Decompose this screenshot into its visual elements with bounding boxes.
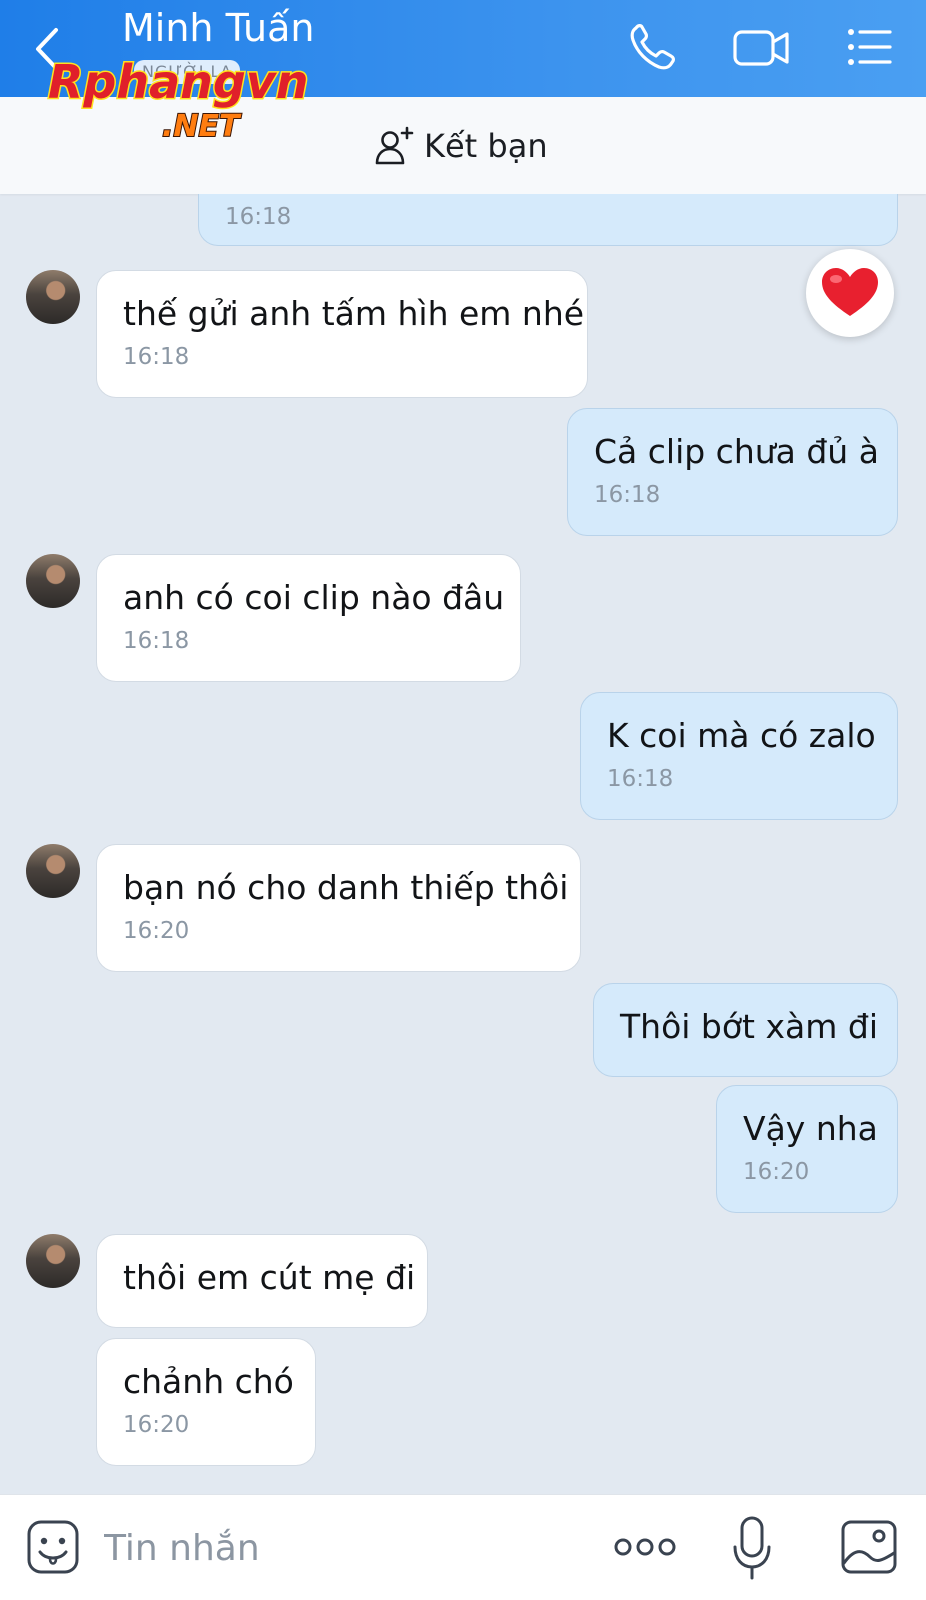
message-composer [0,1494,926,1600]
message-input[interactable] [104,1521,574,1575]
contact-name[interactable]: Minh Tuấn [122,6,315,50]
message-text: Vậy nha [743,1109,878,1148]
watermark-line2: .NET [162,109,242,144]
list-menu-icon [848,29,892,65]
phone-icon [630,24,675,70]
message-bubble-incoming[interactable]: anh có coi clip nào đâu 16:18 [96,554,521,682]
message-time: 16:20 [123,918,190,944]
message-time: 16:20 [743,1159,810,1185]
message-text: bạn nó cho danh thiếp thôi [123,868,569,907]
message-text: K coi mà có zalo [607,716,876,755]
message-bubble-incoming[interactable]: thôi em cút mẹ đi [96,1234,428,1328]
avatar[interactable] [26,554,80,608]
avatar[interactable] [26,270,80,324]
watermark-logo: Rphangvn .NET [47,54,311,146]
video-call-button[interactable] [733,20,793,76]
heart-icon [822,268,878,316]
add-friend-button[interactable]: Kết bạn [374,124,548,168]
message-bubble-incoming[interactable]: thế gửi anh tấm hìh em nhé 16:18 [96,270,588,398]
voice-record-button[interactable] [732,1515,772,1581]
gallery-button[interactable] [840,1519,898,1575]
message-bubble-outgoing[interactable]: Vậy nha 16:20 [716,1085,898,1213]
message-bubble-outgoing[interactable]: 16:18 [198,194,898,246]
message-text: chảnh chó [123,1362,294,1401]
sticker-button[interactable] [26,1519,80,1575]
message-text: thôi em cút mẹ đi [123,1258,416,1297]
message-bubble-outgoing[interactable]: Cả clip chưa đủ à 16:18 [567,408,898,536]
message-time: 16:18 [607,766,674,792]
microphone-icon [733,1516,771,1580]
message-time: 16:20 [123,1412,190,1438]
message-bubble-outgoing[interactable]: Thôi bớt xàm đi [593,983,898,1077]
voice-call-button[interactable] [622,20,682,76]
heart-reaction[interactable] [806,249,894,337]
avatar[interactable] [26,844,80,898]
add-person-icon [375,126,414,165]
message-text: Cả clip chưa đủ à [594,432,879,471]
message-text: Thôi bớt xàm đi [620,1007,878,1046]
watermark-line1: Rphangvn [48,55,309,109]
message-bubble-incoming[interactable]: chảnh chó 16:20 [96,1338,316,1466]
sticker-face-icon [27,1520,79,1574]
menu-button[interactable] [846,20,906,76]
more-button[interactable] [614,1529,676,1565]
message-time: 16:18 [225,204,292,230]
more-dots-icon [614,1538,676,1556]
image-icon [841,1520,897,1574]
add-friend-label: Kết bạn [424,127,548,165]
message-time: 16:18 [123,628,190,654]
message-time: 16:18 [123,344,190,370]
message-text: thế gửi anh tấm hìh em nhé [123,294,585,333]
message-bubble-outgoing[interactable]: K coi mà có zalo 16:18 [580,692,898,820]
message-bubble-incoming[interactable]: bạn nó cho danh thiếp thôi 16:20 [96,844,581,972]
message-time: 16:18 [594,482,661,508]
video-camera-icon [733,30,789,66]
chat-area[interactable]: 16:18 thế gửi anh tấm hìh em nhé 16:18 C… [0,194,926,1494]
message-text: anh có coi clip nào đâu [123,578,505,617]
avatar[interactable] [26,1234,80,1288]
